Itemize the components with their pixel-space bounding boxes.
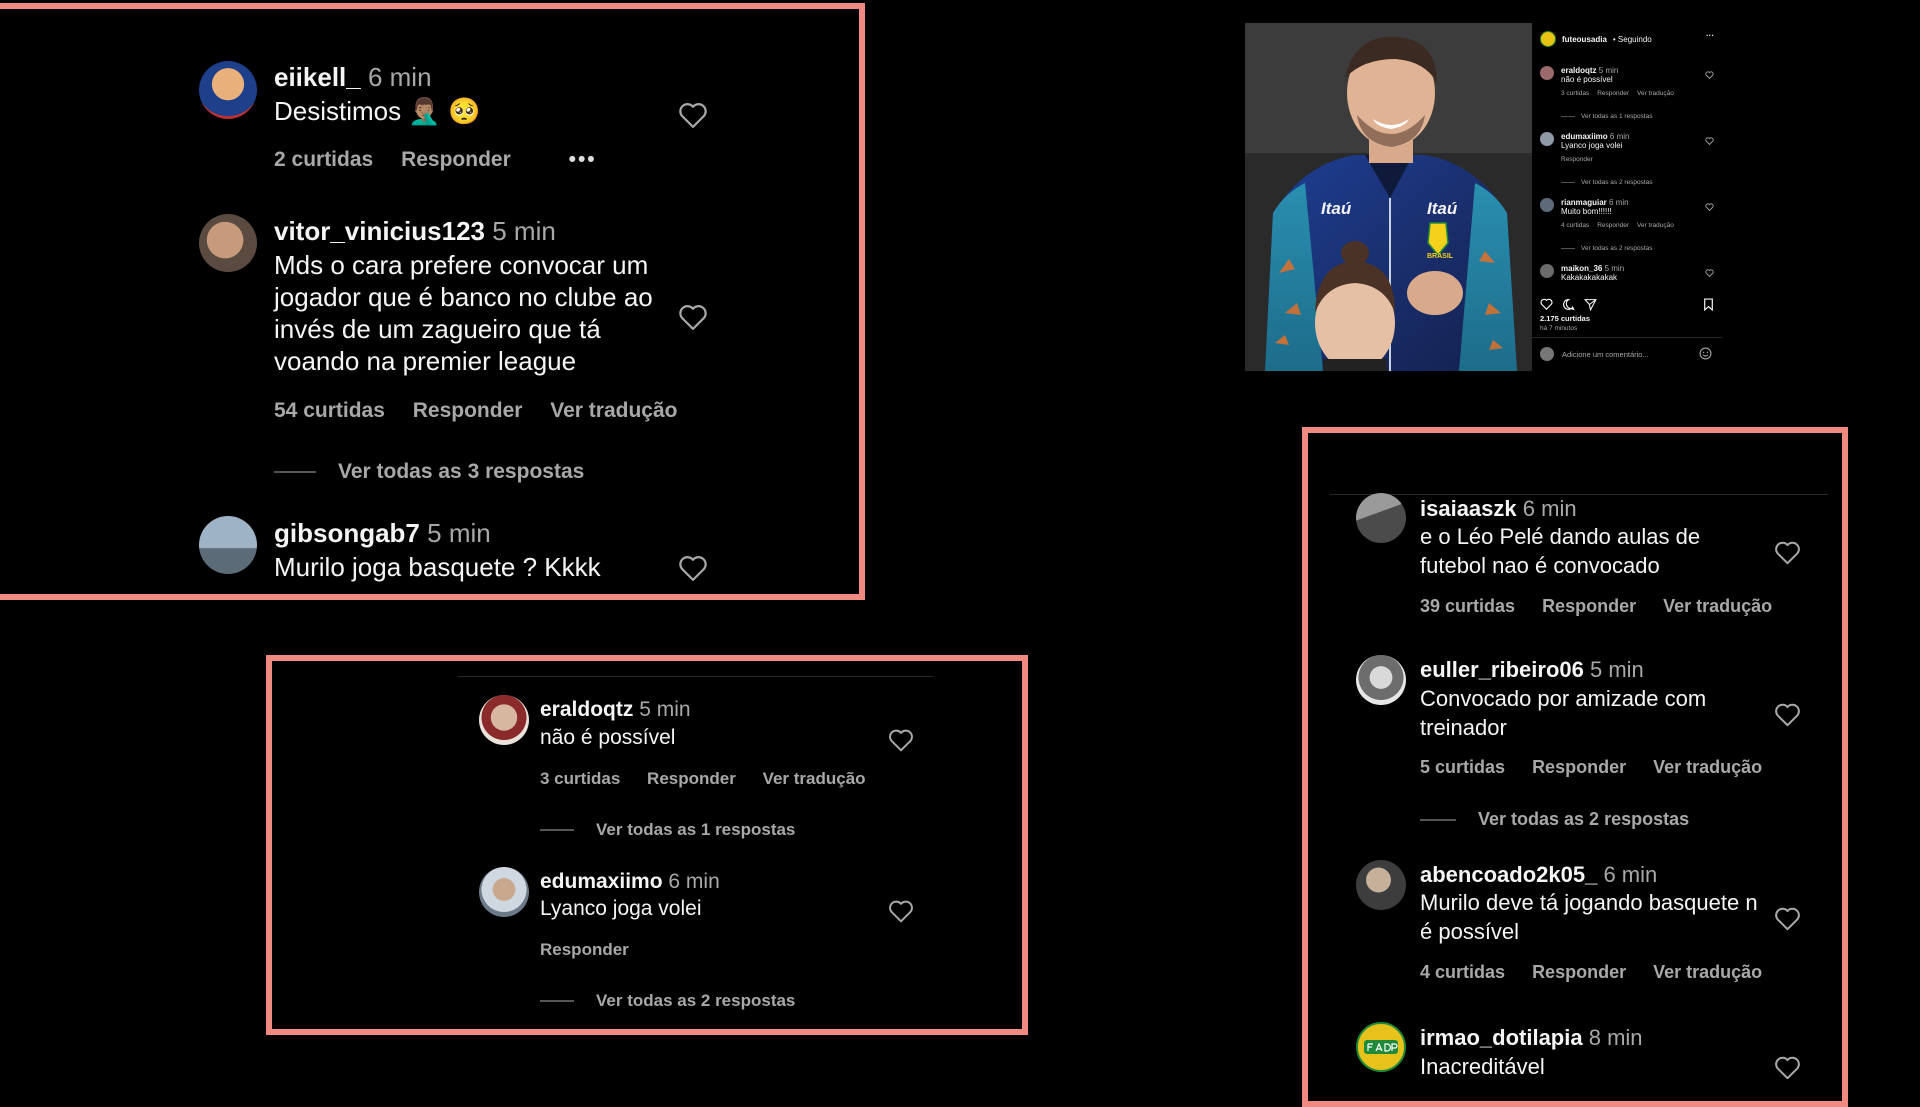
account-name[interactable]: futeousadia <box>1562 35 1607 44</box>
comment-username-text[interactable]: eraldoqtz <box>1561 66 1597 75</box>
avatar[interactable] <box>1540 66 1554 80</box>
replies-divider <box>1561 116 1575 117</box>
avatar[interactable] <box>1540 264 1554 278</box>
comment-actions: Responder <box>540 940 651 960</box>
post-preview: Itaú Itaú BRASIL futeousadia • Seguindo … <box>1245 23 1722 371</box>
comment-time: 6 min <box>1609 132 1630 141</box>
comments-panel-bottom-center: eraldoqtz 5 min não é possível 3 curtida… <box>266 655 1028 1035</box>
sponsor-logo-left: Itaú <box>1321 199 1352 218</box>
replies-divider <box>1561 248 1575 249</box>
avatar <box>1540 347 1554 361</box>
post-time: há 7 minutos <box>1540 325 1578 332</box>
view-replies-label[interactable]: Ver todas as 1 respostas <box>1581 113 1653 120</box>
comments-panel-right: isaiaaszk 6 min e o Léo Pelé dando aulas… <box>1302 427 1848 1107</box>
comment-header: irmao_dotilapia 8 min <box>1420 1023 1643 1052</box>
fadp-logo-icon <box>1364 1040 1398 1054</box>
avatar[interactable] <box>199 516 257 574</box>
heart-icon[interactable] <box>888 899 914 923</box>
heart-icon[interactable] <box>1705 71 1714 79</box>
comment-time: 5 min <box>1598 66 1619 75</box>
translate-button[interactable]: Ver tradução <box>1637 222 1674 229</box>
comment-text: Kakakakakakak <box>1561 273 1618 282</box>
comment-actions: 4 curtidas Responder Ver tradução <box>1561 222 1682 229</box>
avatar[interactable] <box>1356 1022 1406 1072</box>
comment-actions: 3 curtidas Responder Ver tradução <box>1561 90 1682 97</box>
avatar[interactable] <box>479 867 529 917</box>
comment-username[interactable]: eraldoqtz 5 min <box>1561 66 1618 75</box>
replies-divider <box>1561 182 1575 183</box>
comment-text: Inacreditável <box>1420 1054 1545 1079</box>
comments-panel-top-left: eiikell_ 6 min Desistimos 🤦🏽‍♂️ 🥺 2 curt… <box>0 3 865 600</box>
sponsor-logo-right: Itaú <box>1427 199 1458 218</box>
comment-username[interactable]: gibsongab7 <box>274 518 420 548</box>
comment-username[interactable]: rianmaguiar 6 min <box>1561 198 1629 207</box>
view-replies-link[interactable]: Ver todas as 1 respostas <box>1561 113 1653 120</box>
heart-icon[interactable] <box>1705 203 1714 211</box>
post-actions <box>1540 298 1597 311</box>
add-comment-field[interactable]: Adicione um comentário... <box>1540 347 1649 361</box>
comment-username[interactable]: edumaxiimo 6 min <box>1561 132 1629 141</box>
view-replies-label[interactable]: Ver todas as 2 respostas <box>1581 179 1653 186</box>
comment-item: edumaxiimo 6 min Lyanco joga volei Respo… <box>272 661 1022 1029</box>
emoji-icon[interactable] <box>1699 347 1712 360</box>
comment-username[interactable]: maikon_36 5 min <box>1561 264 1624 273</box>
comment-actions: Responder <box>1561 156 1601 163</box>
reply-button[interactable]: Responder <box>1561 156 1593 163</box>
avatar[interactable] <box>1540 198 1554 212</box>
comment-time: 5 min <box>1604 264 1625 273</box>
comment-header: gibsongab7 5 min <box>274 517 491 549</box>
heart-icon[interactable] <box>1705 269 1714 277</box>
view-replies-label[interactable]: Ver todas as 2 respostas <box>596 991 795 1011</box>
comment-item: gibsongab7 5 min Murilo joga basquete ? … <box>0 9 859 594</box>
reply-button[interactable]: Responder <box>1597 90 1629 97</box>
reply-button[interactable]: Responder <box>1597 222 1629 229</box>
avatar[interactable] <box>1540 132 1554 146</box>
divider <box>1532 337 1722 338</box>
view-replies-link[interactable]: Ver todas as 2 respostas <box>1561 179 1653 186</box>
reply-button[interactable]: Responder <box>540 940 629 959</box>
comment-header: edumaxiimo 6 min <box>540 868 720 895</box>
post-photo-illustration <box>1245 23 1532 371</box>
comment-username-text[interactable]: edumaxiimo <box>1561 132 1608 141</box>
share-icon[interactable] <box>1584 298 1597 311</box>
likes-total[interactable]: 2.175 curtidas <box>1540 314 1590 323</box>
comment-username[interactable]: edumaxiimo <box>540 870 663 893</box>
heart-icon[interactable] <box>1774 1055 1801 1080</box>
comment-username-text[interactable]: maikon_36 <box>1561 264 1602 273</box>
comment-text: não é possível <box>1561 75 1613 84</box>
heart-icon[interactable] <box>1705 137 1714 145</box>
following-label[interactable]: • Seguindo <box>1613 35 1652 44</box>
comment-time: 8 min <box>1588 1025 1643 1050</box>
account-avatar[interactable] <box>1540 31 1556 47</box>
badge-text: BRASIL <box>1427 253 1454 260</box>
comment-text: Murilo joga basquete ? Kkkk <box>274 552 601 582</box>
translate-button[interactable]: Ver tradução <box>1637 90 1674 97</box>
like-icon[interactable] <box>1540 298 1553 310</box>
comment-text: Muito bom!!!!!! <box>1561 207 1612 216</box>
post-header: futeousadia • Seguindo <box>1540 31 1652 47</box>
more-options-icon[interactable]: ··· <box>1706 31 1714 40</box>
add-comment-placeholder[interactable]: Adicione um comentário... <box>1562 350 1649 359</box>
view-replies-link[interactable]: Ver todas as 2 respostas <box>540 991 795 1011</box>
comment-username-text[interactable]: rianmaguiar <box>1561 198 1607 207</box>
likes-count[interactable]: 3 curtidas <box>1561 90 1589 97</box>
comment-time: 6 min <box>1609 198 1629 207</box>
comment-icon[interactable] <box>1562 298 1575 311</box>
post-comments-sidebar: futeousadia • Seguindo ··· eraldoqtz 5 m… <box>1532 23 1722 371</box>
bookmark-icon[interactable] <box>1703 298 1714 311</box>
view-replies-label[interactable]: Ver todas as 2 respostas <box>1581 245 1653 252</box>
likes-count[interactable]: 4 curtidas <box>1561 222 1589 229</box>
comment-time: 5 min <box>427 518 491 548</box>
comment-text: Lyanco joga volei <box>1561 141 1623 150</box>
comment-time: 6 min <box>668 870 720 893</box>
replies-divider <box>540 1000 574 1002</box>
post-photo[interactable]: Itaú Itaú BRASIL <box>1245 23 1532 371</box>
view-replies-link[interactable]: Ver todas as 2 respostas <box>1561 245 1653 252</box>
comment-username[interactable]: irmao_dotilapia <box>1420 1025 1583 1050</box>
comment-item: irmao_dotilapia 8 min Inacreditável <box>1308 433 1842 1101</box>
comment-text: Lyanco joga volei <box>540 897 702 920</box>
heart-icon[interactable] <box>678 554 708 582</box>
